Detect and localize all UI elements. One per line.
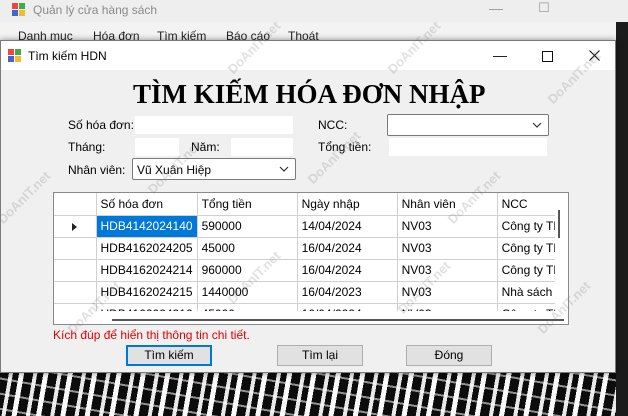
cell-ngay-nhap[interactable]: 16/04/2024: [297, 237, 398, 260]
invoice-data-grid[interactable]: Số hóa đơn Tổng tiền Ngày nhập Nhân viên…: [53, 192, 569, 325]
label-nam: Năm:: [191, 140, 220, 154]
cell-tong-tien[interactable]: 1440000: [197, 281, 298, 304]
background-edge: [616, 22, 628, 416]
screen: Quản lý cửa hàng sách — ☐ Danh mục Hóa đ…: [0, 0, 628, 416]
background-artwork-overlay: [0, 372, 628, 416]
nhan-vien-select[interactable]: Vũ Xuân Hiệp: [132, 158, 296, 180]
cell-ngay-nhap[interactable]: 14/04/2024: [297, 215, 398, 238]
row-header[interactable]: [54, 237, 97, 260]
close-icon[interactable]: [571, 41, 617, 70]
double-click-hint: Kích đúp để hiển thị thông tin chi tiết.: [53, 328, 250, 342]
minimize-icon[interactable]: —: [484, 0, 508, 20]
cell-nhan-vien[interactable]: NV03: [397, 259, 498, 282]
column-header-tong-tien[interactable]: Tổng tiền: [197, 193, 298, 216]
cell-ngay-nhap[interactable]: 16/04/2023: [297, 281, 398, 304]
current-row-arrow-icon: [71, 222, 77, 231]
cell-ngay-nhap[interactable]: 16/04/2024: [297, 259, 398, 282]
label-tong-tien: Tổng tiền:: [318, 140, 372, 154]
search-button[interactable]: Tìm kiếm: [126, 345, 212, 366]
parent-titlebar: Quản lý cửa hàng sách — ☐: [0, 0, 628, 22]
horizontal-scroll-thumb[interactable]: [112, 319, 564, 321]
cell-tong-tien[interactable]: 590000: [197, 215, 298, 238]
table-row[interactable]: HDB4142024140 590000 14/04/2024 NV03 Côn…: [54, 215, 568, 238]
horizontal-scrollbar[interactable]: [54, 311, 568, 324]
cell-so-hoa-don[interactable]: HDB4162024214: [96, 259, 198, 282]
label-so-hoa-don: Số hóa đơn:: [68, 118, 134, 132]
dialog-titlebar: Tìm kiếm HDN —: [1, 41, 615, 70]
column-header-ngay-nhap[interactable]: Ngày nhập: [297, 193, 398, 216]
maximize-icon[interactable]: ☐: [532, 0, 556, 20]
maximize-icon[interactable]: [524, 41, 570, 70]
cell-nhan-vien[interactable]: NV03: [397, 237, 498, 260]
chevron-down-icon: [279, 166, 289, 172]
cell-so-hoa-don[interactable]: HDB4162024205: [96, 237, 198, 260]
label-nhan-vien: Nhân viên:: [68, 163, 126, 177]
cell-so-hoa-don[interactable]: HDB4162024215: [96, 281, 198, 304]
cell-nhan-vien[interactable]: NV03: [397, 281, 498, 304]
close-button[interactable]: Đóng: [406, 345, 492, 366]
ncc-select[interactable]: [387, 114, 549, 136]
vertical-scrollbar[interactable]: [555, 193, 568, 311]
row-header[interactable]: [54, 281, 97, 304]
tong-tien-input[interactable]: [388, 137, 548, 157]
cell-tong-tien[interactable]: 45000: [197, 237, 298, 260]
table-row[interactable]: HDB4162024205 45000 16/04/2024 NV03 Công…: [54, 237, 568, 260]
row-header[interactable]: [54, 259, 97, 282]
chevron-down-icon: [532, 122, 542, 128]
dialog-title: Tìm kiếm HDN: [28, 49, 107, 63]
nam-input[interactable]: [230, 137, 294, 157]
minimize-icon[interactable]: —: [477, 41, 523, 70]
row-header[interactable]: [54, 215, 97, 238]
grid-header-row: Số hóa đơn Tổng tiền Ngày nhập Nhân viên…: [54, 193, 568, 216]
vertical-scroll-thumb[interactable]: [558, 210, 560, 238]
label-thang: Tháng:: [68, 140, 106, 154]
column-header-so-hoa-don[interactable]: Số hóa đơn: [96, 193, 198, 216]
column-header-nhan-vien[interactable]: Nhân viên: [397, 193, 498, 216]
so-hoa-don-input[interactable]: [134, 115, 294, 135]
search-import-invoice-dialog: Tìm kiếm HDN — TÌM KIẾM HÓA ĐƠN NHẬP Số …: [0, 40, 616, 373]
app-icon: [12, 3, 25, 16]
row-header-corner: [54, 193, 97, 216]
dialog-body: TÌM KIẾM HÓA ĐƠN NHẬP Số hóa đơn: Tháng:…: [1, 70, 615, 372]
cell-tong-tien[interactable]: 960000: [197, 259, 298, 282]
cell-so-hoa-don[interactable]: HDB4142024140: [96, 215, 198, 238]
label-ncc: NCC:: [318, 118, 348, 132]
app-icon: [8, 49, 21, 62]
cell-nhan-vien[interactable]: NV03: [397, 215, 498, 238]
reset-button[interactable]: Tìm lại: [277, 345, 363, 366]
table-row[interactable]: HDB4162024214 960000 16/04/2024 NV03 Côn…: [54, 259, 568, 282]
nhan-vien-selected-value: Vũ Xuân Hiệp: [137, 163, 212, 177]
thang-input[interactable]: [134, 137, 180, 157]
table-row[interactable]: HDB4162024215 1440000 16/04/2023 NV03 Nh…: [54, 281, 568, 304]
parent-window-title: Quản lý cửa hàng sách: [33, 3, 158, 17]
page-title: TÌM KIẾM HÓA ĐƠN NHẬP: [133, 79, 486, 109]
grid-table: Số hóa đơn Tổng tiền Ngày nhập Nhân viên…: [54, 193, 568, 324]
